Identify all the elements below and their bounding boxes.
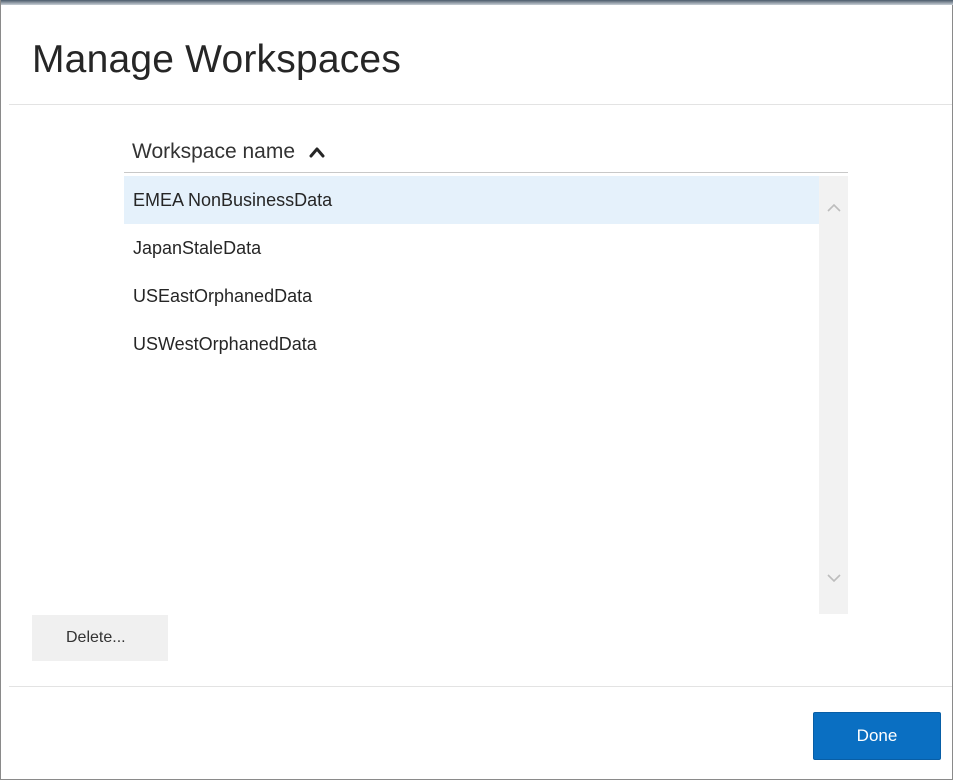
done-button[interactable]: Done <box>813 712 941 760</box>
workspace-list: EMEA NonBusinessData JapanStaleData USEa… <box>124 176 819 606</box>
list-scrollbar[interactable] <box>819 176 848 614</box>
column-header-label: Workspace name <box>132 140 296 163</box>
list-item-label: EMEA NonBusinessData <box>133 190 333 210</box>
list-item[interactable]: USEastOrphanedData <box>124 272 819 320</box>
scroll-down-icon[interactable] <box>826 572 842 584</box>
workspace-name-column-header[interactable]: Workspace name <box>132 140 325 164</box>
chevron-up-icon[interactable] <box>309 146 325 158</box>
dialog-title: Manage Workspaces <box>32 38 402 81</box>
footer-divider <box>9 686 952 687</box>
window-top-edge <box>1 0 953 5</box>
header-divider <box>9 104 952 105</box>
manage-workspaces-dialog: Manage Workspaces Workspace name EMEA No… <box>0 0 953 780</box>
list-item-label: USWestOrphanedData <box>133 334 317 354</box>
list-item[interactable]: EMEA NonBusinessData <box>124 176 819 224</box>
scroll-up-icon[interactable] <box>826 202 842 214</box>
list-item-label: USEastOrphanedData <box>133 286 313 306</box>
column-header-rule <box>124 172 848 173</box>
list-item[interactable]: JapanStaleData <box>124 224 819 272</box>
list-item[interactable]: USWestOrphanedData <box>124 320 819 368</box>
list-item-label: JapanStaleData <box>133 238 262 258</box>
delete-button[interactable]: Delete... <box>32 615 168 661</box>
